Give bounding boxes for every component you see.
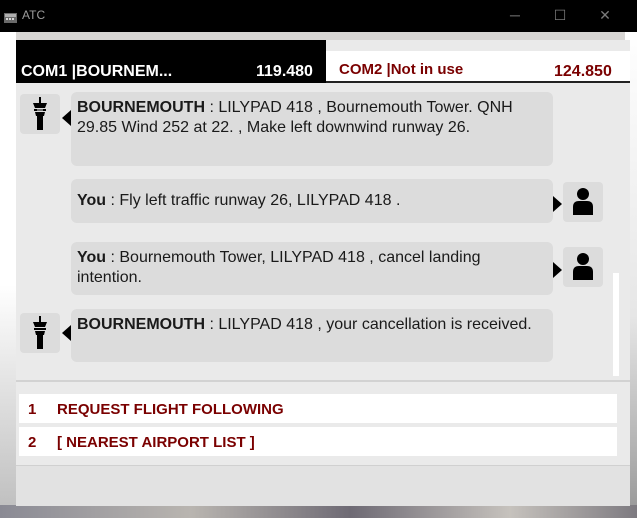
bubble-pointer xyxy=(553,196,562,212)
close-button[interactable]: ✕ xyxy=(593,4,617,26)
background-scenery-bottom xyxy=(0,505,637,518)
window-title: ATC xyxy=(22,8,46,22)
com2-frequency: 124.850 xyxy=(554,63,612,80)
message-bubble: BOURNEMOUTH : LILYPAD 418 , Bournemouth … xyxy=(71,92,553,166)
message-speaker: BOURNEMOUTH xyxy=(77,316,205,333)
message-bubble: You : Bournemouth Tower, LILYPAD 418 , c… xyxy=(71,242,553,295)
atc-window: COM1 |BOURNEM... 119.480 COM2 |Not in us… xyxy=(16,40,630,506)
message-bubble: You : Fly left traffic runway 26, LILYPA… xyxy=(71,179,553,223)
option-nearest-airport-list[interactable]: 2 [ NEAREST AIRPORT LIST ] xyxy=(19,427,617,456)
app-icon xyxy=(4,10,17,23)
scrollbar-thumb[interactable] xyxy=(613,273,619,376)
com1-label: COM1 |BOURNEM... xyxy=(21,63,173,80)
com1-frequency: 119.480 xyxy=(256,63,313,80)
bubble-pointer xyxy=(62,110,71,126)
control-tower-icon xyxy=(20,94,60,134)
bubble-pointer xyxy=(553,262,562,278)
message-speaker: You xyxy=(77,249,107,266)
option-label: [ NEAREST AIRPORT LIST ] xyxy=(57,434,255,451)
divider xyxy=(16,380,630,382)
message-text: : LILYPAD 418 , your cancellation is rec… xyxy=(205,316,532,333)
message-bubble: BOURNEMOUTH : LILYPAD 418 , your cancell… xyxy=(71,309,553,362)
com2-label: COM2 |Not in use xyxy=(339,61,464,78)
message-speaker: BOURNEMOUTH xyxy=(77,99,205,116)
message-speaker: You xyxy=(77,192,107,209)
com1-tab[interactable]: COM1 |BOURNEM... 119.480 xyxy=(16,40,326,83)
control-tower-icon xyxy=(20,313,60,353)
message-log[interactable]: BOURNEMOUTH : LILYPAD 418 , Bournemouth … xyxy=(16,88,630,380)
maximize-button[interactable]: ☐ xyxy=(548,4,572,26)
option-label: REQUEST FLIGHT FOLLOWING xyxy=(57,401,284,418)
message-text: : Bournemouth Tower, LILYPAD 418 , cance… xyxy=(77,249,481,286)
title-bar[interactable]: ATC ─ ☐ ✕ xyxy=(0,0,637,32)
pilot-icon xyxy=(563,182,603,222)
pilot-icon xyxy=(563,247,603,287)
background-scenery-left xyxy=(0,0,16,518)
footer-area xyxy=(16,465,630,506)
com2-tab[interactable]: COM2 |Not in use 124.850 xyxy=(326,51,630,83)
message-text: : Fly left traffic runway 26, LILYPAD 41… xyxy=(106,192,401,209)
option-number: 2 xyxy=(28,434,37,451)
option-number: 1 xyxy=(28,401,37,418)
bubble-pointer xyxy=(62,325,71,341)
minimize-button[interactable]: ─ xyxy=(503,4,527,26)
option-request-flight-following[interactable]: 1 REQUEST FLIGHT FOLLOWING xyxy=(19,394,617,423)
